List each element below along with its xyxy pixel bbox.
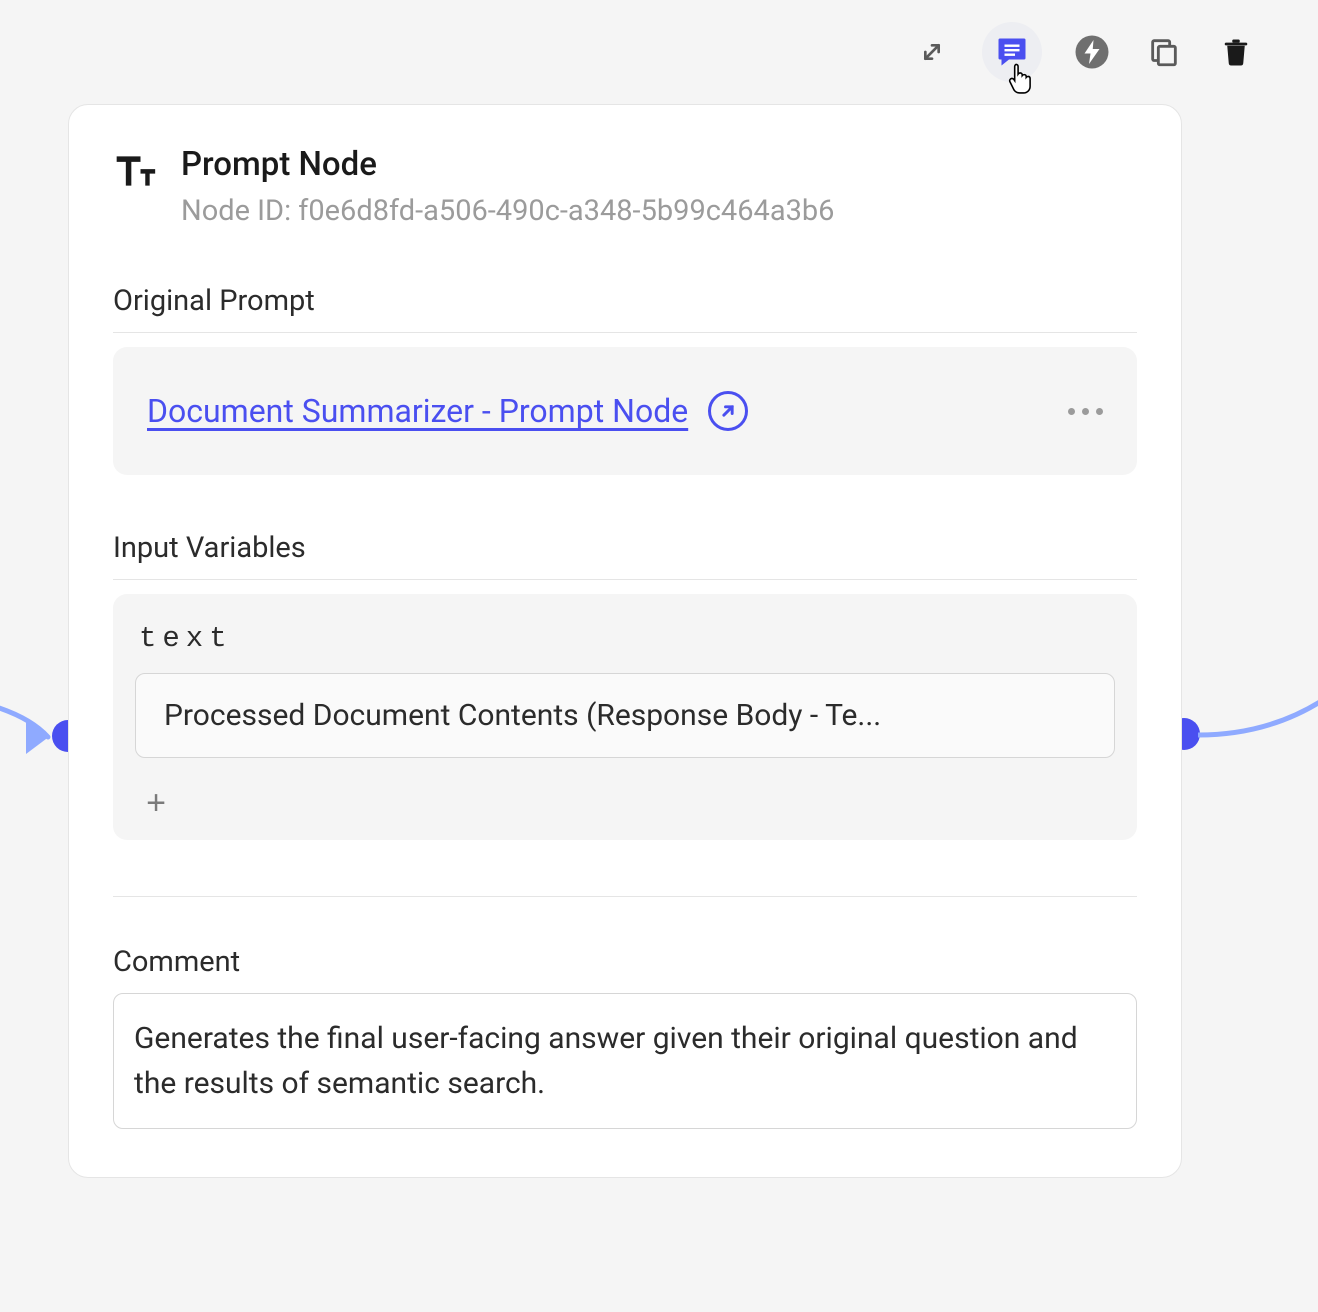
expand-button[interactable] <box>910 30 954 74</box>
copy-icon <box>1147 35 1181 69</box>
original-prompt-box: Document Summarizer - Prompt Node <box>113 347 1137 475</box>
trash-icon <box>1221 35 1251 69</box>
section-input-variables-label: Input Variables <box>113 531 1137 580</box>
expand-icon <box>916 36 948 68</box>
more-options-button[interactable] <box>1068 408 1103 415</box>
comment-button[interactable] <box>982 22 1042 82</box>
divider <box>113 896 1137 897</box>
input-variables-box: text Processed Document Contents (Respon… <box>113 594 1137 840</box>
node-title: Prompt Node <box>181 145 835 184</box>
external-link-icon[interactable] <box>708 391 748 431</box>
node-card: Prompt Node Node ID: f0e6d8fd-a506-490c-… <box>68 104 1182 1178</box>
flash-button[interactable] <box>1070 30 1114 74</box>
arrowhead-icon <box>26 718 50 754</box>
section-comment-label: Comment <box>113 945 1137 979</box>
delete-button[interactable] <box>1214 30 1258 74</box>
section-original-prompt-label: Original Prompt <box>113 284 1137 333</box>
comment-icon <box>994 34 1030 70</box>
add-variable-button[interactable]: + <box>141 788 171 818</box>
copy-button[interactable] <box>1142 30 1186 74</box>
node-toolbar <box>910 22 1258 82</box>
comment-input[interactable] <box>113 993 1137 1129</box>
node-id: Node ID: f0e6d8fd-a506-490c-a348-5b99c46… <box>181 194 835 228</box>
edge-right <box>1198 700 1318 780</box>
variable-name: text <box>135 622 1115 655</box>
card-header: Prompt Node Node ID: f0e6d8fd-a506-490c-… <box>113 145 1137 228</box>
variable-value[interactable]: Processed Document Contents (Response Bo… <box>135 673 1115 758</box>
text-type-icon <box>113 149 157 197</box>
prompt-link[interactable]: Document Summarizer - Prompt Node <box>147 392 688 430</box>
flash-icon <box>1074 34 1110 70</box>
